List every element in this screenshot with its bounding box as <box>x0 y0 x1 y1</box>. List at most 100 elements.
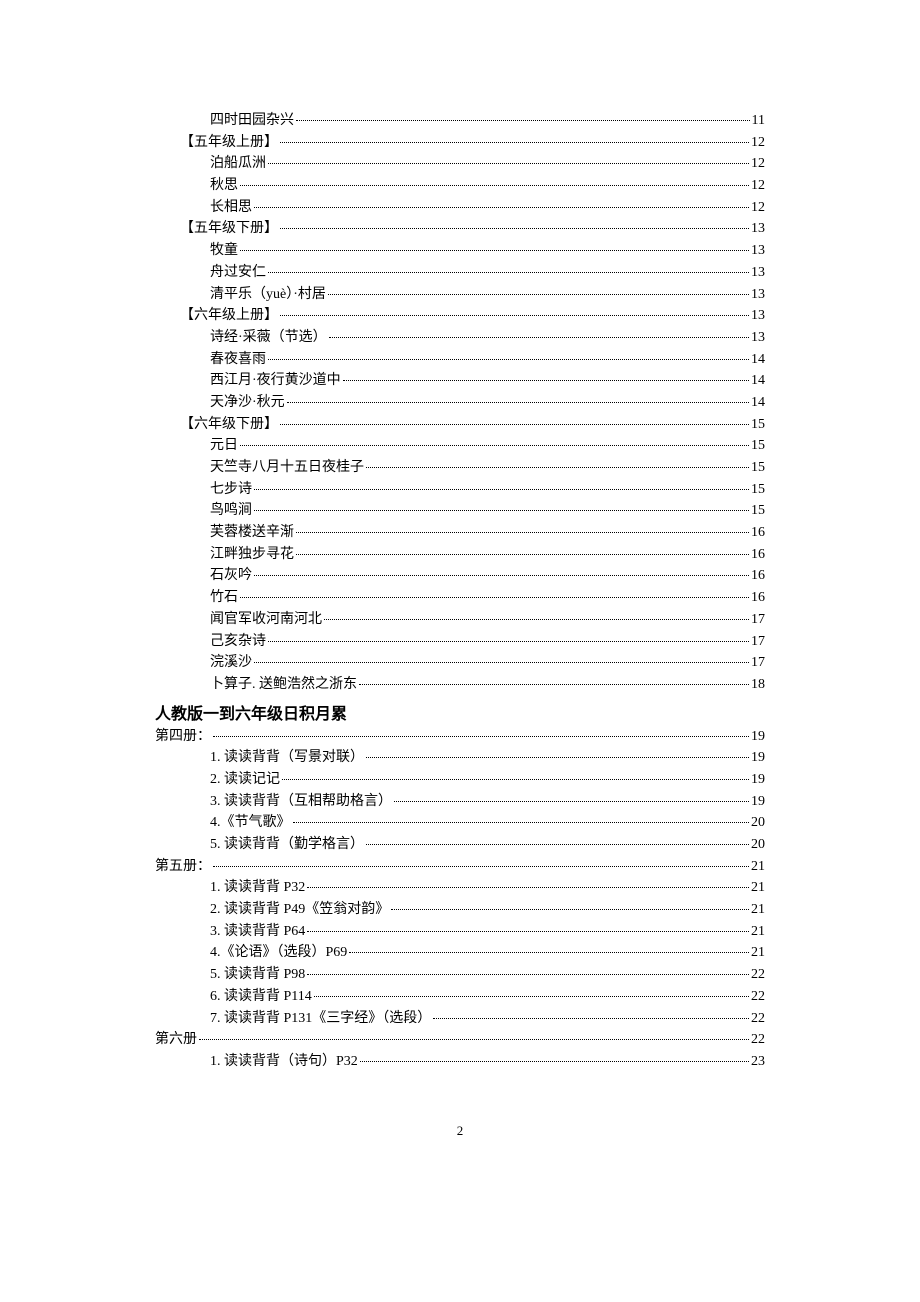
toc-entry-title: 【六年级上册】 <box>180 305 278 327</box>
toc-entry[interactable]: 石灰吟16 <box>155 565 765 587</box>
toc-entry-page: 12 <box>751 153 765 175</box>
toc-entry[interactable]: 泊船瓜洲 12 <box>155 153 765 175</box>
toc-entry-title: 第五册： <box>155 856 211 878</box>
toc-entry-title: 1. 读读背背 P32 <box>210 877 305 899</box>
page-number: 2 <box>155 1123 765 1139</box>
toc-entry-title: 长相思 <box>210 197 252 219</box>
toc-entry[interactable]: 卜算子. 送鲍浩然之浙东18 <box>155 674 765 696</box>
toc-entry[interactable]: 1. 读读背背（写景对联） 19 <box>155 747 765 769</box>
toc-entry-page: 12 <box>751 132 765 154</box>
toc-entry-page: 21 <box>751 877 765 899</box>
toc-entry[interactable]: 【六年级上册】13 <box>155 305 765 327</box>
toc-entry-page: 19 <box>751 769 765 791</box>
toc-entry[interactable]: 1. 读读背背 P32 21 <box>155 877 765 899</box>
table-of-contents: 四时田园杂兴11【五年级上册】12泊船瓜洲12秋思12长相思12【五年级下册】1… <box>155 110 765 696</box>
toc-entry-page: 15 <box>751 457 765 479</box>
toc-entry[interactable]: 芙蓉楼送辛渐16 <box>155 522 765 544</box>
toc-entry[interactable]: 元日15 <box>155 435 765 457</box>
toc-entry-page: 20 <box>751 834 765 856</box>
toc-leader-dots <box>349 952 749 953</box>
toc-entry[interactable]: 第六册22 <box>155 1029 765 1051</box>
toc-entry[interactable]: 5. 读读背背 P98 22 <box>155 964 765 986</box>
toc-leader-dots <box>296 120 750 121</box>
toc-entry-page: 21 <box>751 942 765 964</box>
toc-entry[interactable]: 长相思12 <box>155 197 765 219</box>
toc-entry[interactable]: 4.《论语》（选段）P69 21 <box>155 942 765 964</box>
toc-entry[interactable]: 竹石16 <box>155 587 765 609</box>
toc-entry-title: 1. 读读背背（写景对联） <box>210 747 364 769</box>
toc-entry[interactable]: 牧童13 <box>155 240 765 262</box>
toc-leader-dots <box>391 909 749 910</box>
toc-entry-title: 卜算子. 送鲍浩然之浙东 <box>210 674 357 696</box>
toc-entry[interactable]: 【六年级下册】15 <box>155 414 765 436</box>
toc-entry[interactable]: 鸟鸣涧15 <box>155 500 765 522</box>
toc-leader-dots <box>240 597 749 598</box>
toc-entry-title: 牧童 <box>210 240 238 262</box>
toc-entry[interactable]: 1. 读读背背（诗句）P3223 <box>155 1051 765 1073</box>
toc-leader-dots <box>280 142 749 143</box>
toc-entry[interactable]: 4.《节气歌》 20 <box>155 812 765 834</box>
toc-entry-title: 芙蓉楼送辛渐 <box>210 522 294 544</box>
toc-entry[interactable]: 5. 读读背背（勤学格言） 20 <box>155 834 765 856</box>
toc-entry-page: 21 <box>751 856 765 878</box>
toc-leader-dots <box>360 1061 749 1062</box>
toc-leader-dots <box>328 294 749 295</box>
toc-entry-title: 1. 读读背背（诗句）P32 <box>210 1051 358 1073</box>
toc-entry-title: 西江月·夜行黄沙道中 <box>210 370 341 392</box>
toc-entry[interactable]: 第五册： 21 <box>155 856 765 878</box>
toc-entry[interactable]: 天净沙·秋元14 <box>155 392 765 414</box>
toc-entry-page: 15 <box>751 500 765 522</box>
toc-leader-dots <box>287 402 749 403</box>
toc-entry[interactable]: 七步诗15 <box>155 479 765 501</box>
toc-entry[interactable]: 7. 读读背背 P131《三字经》（选段）22 <box>155 1008 765 1030</box>
toc-entry[interactable]: 3. 读读背背（互相帮助格言）19 <box>155 791 765 813</box>
toc-leader-dots <box>240 250 749 251</box>
toc-entry[interactable]: 四时田园杂兴11 <box>155 110 765 132</box>
toc-leader-dots <box>268 272 749 273</box>
toc-entry-page: 17 <box>751 609 765 631</box>
toc-entry[interactable]: 己亥杂诗17 <box>155 631 765 653</box>
toc-entry-page: 13 <box>751 327 765 349</box>
toc-entry-page: 20 <box>751 812 765 834</box>
toc-entry-page: 16 <box>751 544 765 566</box>
toc-entry-title: 3. 读读背背 P64 <box>210 921 305 943</box>
toc-leader-dots <box>254 662 749 663</box>
toc-entry-title: 闻官军收河南河北 <box>210 609 322 631</box>
toc-entry[interactable]: 清平乐（yuè）·村居13 <box>155 284 765 306</box>
toc-entry-title: 4.《节气歌》 <box>210 812 291 834</box>
toc-leader-dots <box>433 1018 749 1019</box>
toc-entry[interactable]: 3. 读读背背 P6421 <box>155 921 765 943</box>
toc-entry-title: 4.《论语》（选段）P69 <box>210 942 347 964</box>
toc-entry[interactable]: 天竺寺八月十五日夜桂子15 <box>155 457 765 479</box>
table-of-contents-2: 第四册：191. 读读背背（写景对联） 192. 读读记记193. 读读背背（互相… <box>155 726 765 1073</box>
toc-leader-dots <box>240 185 749 186</box>
toc-entry-title: 5. 读读背背（勤学格言） <box>210 834 364 856</box>
toc-entry[interactable]: 2. 读读记记19 <box>155 769 765 791</box>
toc-entry[interactable]: 闻官军收河南河北 17 <box>155 609 765 631</box>
toc-entry[interactable]: 舟过安仁13 <box>155 262 765 284</box>
toc-entry-page: 12 <box>751 175 765 197</box>
toc-entry[interactable]: 【五年级下册】13 <box>155 218 765 240</box>
toc-entry-title: 5. 读读背背 P98 <box>210 964 305 986</box>
toc-entry[interactable]: 【五年级上册】12 <box>155 132 765 154</box>
toc-entry[interactable]: 2. 读读背背 P49《笠翁对韵》21 <box>155 899 765 921</box>
toc-leader-dots <box>296 532 749 533</box>
toc-leader-dots <box>314 996 749 997</box>
toc-entry-page: 22 <box>751 964 765 986</box>
toc-entry[interactable]: 第四册：19 <box>155 726 765 748</box>
toc-entry[interactable]: 江畔独步寻花 16 <box>155 544 765 566</box>
toc-entry[interactable]: 诗经·采薇（节选） 13 <box>155 327 765 349</box>
toc-entry[interactable]: 浣溪沙17 <box>155 652 765 674</box>
toc-entry[interactable]: 春夜喜雨14 <box>155 349 765 371</box>
toc-entry[interactable]: 西江月·夜行黄沙道中 14 <box>155 370 765 392</box>
toc-entry-title: 诗经·采薇（节选） <box>210 327 327 349</box>
toc-entry-page: 14 <box>751 370 765 392</box>
toc-entry-title: 江畔独步寻花 <box>210 544 294 566</box>
toc-leader-dots <box>366 757 749 758</box>
toc-entry-page: 19 <box>751 747 765 769</box>
toc-entry[interactable]: 秋思12 <box>155 175 765 197</box>
toc-entry-title: 泊船瓜洲 <box>210 153 266 175</box>
toc-entry-title: 【六年级下册】 <box>180 414 278 436</box>
toc-entry[interactable]: 6. 读读背背 P11422 <box>155 986 765 1008</box>
toc-leader-dots <box>307 974 749 975</box>
